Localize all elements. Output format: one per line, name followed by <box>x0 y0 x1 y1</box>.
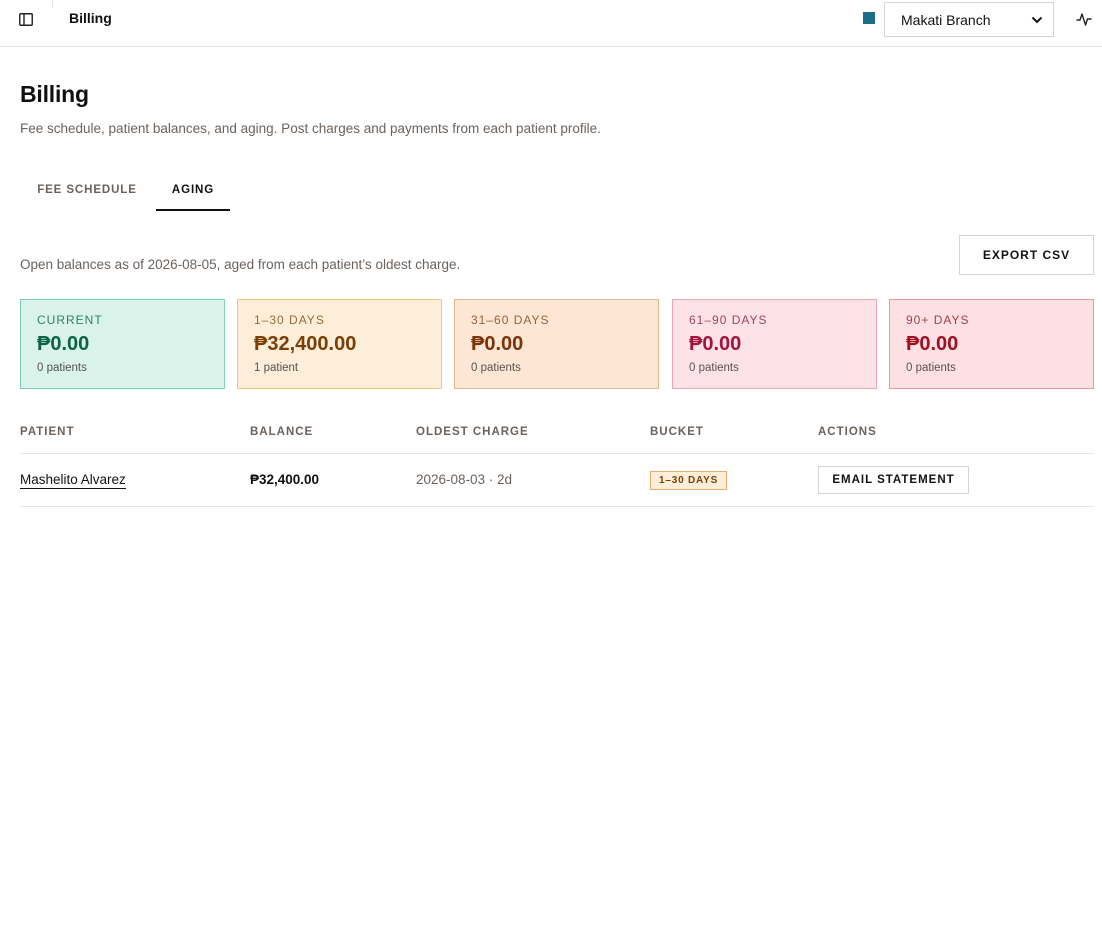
sidebar-toggle-icon <box>19 12 33 26</box>
sidebar-toggle-button[interactable] <box>16 10 36 28</box>
bucket-count: 0 patients <box>471 362 521 374</box>
bucket-card-1-30-days: 1–30 DAYS ₱32,400.00 1 patient <box>237 299 442 389</box>
topbar-divider <box>52 0 53 8</box>
bucket-count: 0 patients <box>906 362 956 374</box>
tab-aging[interactable]: AGING <box>156 175 230 211</box>
bucket-amount: ₱0.00 <box>471 333 524 355</box>
bucket-count: 1 patient <box>254 362 299 374</box>
aging-as-of-text: Open balances as of 2026-08-05, aged fro… <box>20 257 461 272</box>
table-header: PATIENT BALANCE OLDEST CHARGE BUCKET ACT… <box>20 415 1094 454</box>
column-header-balance: BALANCE <box>250 426 314 438</box>
branch-color-swatch <box>863 12 875 24</box>
activity-button[interactable] <box>1074 9 1094 29</box>
bucket-amount: ₱0.00 <box>37 333 90 355</box>
column-header-oldest-charge: OLDEST CHARGE <box>416 426 529 438</box>
page-subtitle: Fee schedule, patient balances, and agin… <box>20 121 601 136</box>
patient-link[interactable]: Mashelito Alvarez <box>20 472 126 489</box>
branch-select[interactable]: Makati Branch <box>884 2 1054 37</box>
bucket-amount: ₱32,400.00 <box>254 333 357 355</box>
column-header-patient: PATIENT <box>20 426 75 438</box>
bucket-amount: ₱0.00 <box>906 333 959 355</box>
patient-cell: Mashelito Alvarez <box>20 472 126 489</box>
aging-table: PATIENT BALANCE OLDEST CHARGE BUCKET ACT… <box>20 415 1094 507</box>
column-header-actions: ACTIONS <box>818 426 877 438</box>
bucket-count: 0 patients <box>689 362 739 374</box>
bucket-label: CURRENT <box>37 313 103 327</box>
bucket-amount: ₱0.00 <box>689 333 742 355</box>
bucket-count: 0 patients <box>37 362 87 374</box>
bucket-label: 90+ DAYS <box>906 313 970 327</box>
bucket-card-31-60-days: 31–60 DAYS ₱0.00 0 patients <box>454 299 659 389</box>
bucket-card-90-plus-days: 90+ DAYS ₱0.00 0 patients <box>889 299 1094 389</box>
tab-fee-schedule[interactable]: FEE SCHEDULE <box>20 175 154 211</box>
bucket-badge: 1–30 DAYS <box>650 471 728 490</box>
bucket-card-61-90-days: 61–90 DAYS ₱0.00 0 patients <box>672 299 877 389</box>
oldest-charge-cell: 2026-08-03 · 2d <box>416 472 513 487</box>
column-header-bucket: BUCKET <box>650 426 704 438</box>
bucket-label: 31–60 DAYS <box>471 313 550 327</box>
page-title: Billing <box>20 81 89 107</box>
export-csv-button[interactable]: EXPORT CSV <box>959 235 1094 275</box>
bucket-label: 1–30 DAYS <box>254 313 325 327</box>
top-bar: Billing Makati Branch <box>0 0 1102 47</box>
balance-cell: ₱32,400.00 <box>250 472 320 487</box>
activity-icon <box>1076 13 1092 26</box>
table-row: Mashelito Alvarez ₱32,400.00 2026-08-03 … <box>20 454 1094 507</box>
bucket-card-current: CURRENT ₱0.00 0 patients <box>20 299 225 389</box>
bucket-label: 61–90 DAYS <box>689 313 768 327</box>
branch-select-value: Makati Branch <box>901 11 991 28</box>
chevron-down-icon <box>1031 16 1043 23</box>
email-statement-button[interactable]: EMAIL STATEMENT <box>818 466 969 494</box>
topbar-title: Billing <box>69 10 112 26</box>
